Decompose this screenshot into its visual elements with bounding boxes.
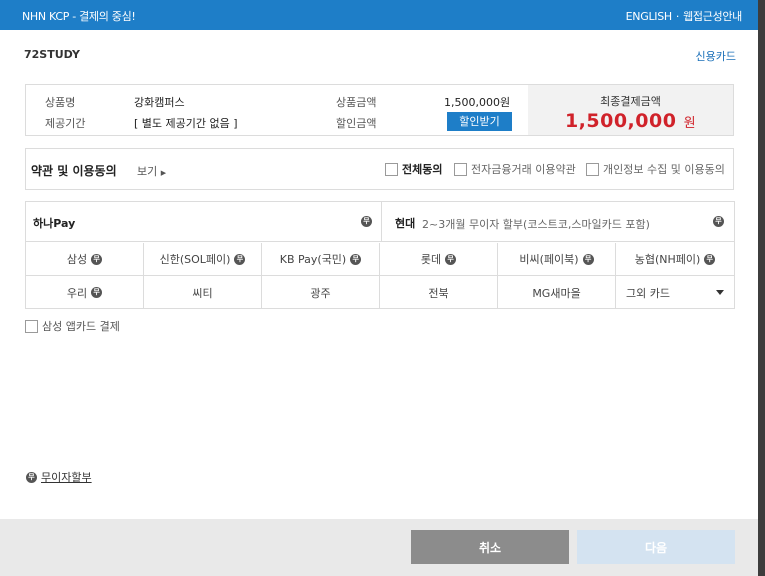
- terms-view-link[interactable]: 보기 ▶: [137, 163, 166, 179]
- agree-all-checkbox[interactable]: 전체동의: [385, 161, 442, 177]
- checkbox-box[interactable]: [385, 162, 398, 176]
- other-cards-dropdown[interactable]: 그외 카드: [616, 276, 734, 309]
- agree-all-label: 전체동의: [402, 163, 443, 176]
- agree-ecommerce-checkbox[interactable]: 전자금융거래 이용약관: [454, 161, 576, 177]
- product-label: 상품명: [45, 96, 76, 109]
- card-lotte[interactable]: 롯데 무: [380, 243, 498, 275]
- card-hyundai-label: 현대: [395, 217, 416, 230]
- footer-bar: 취소 다음: [0, 519, 758, 576]
- interest-free-icon: 무: [234, 253, 246, 265]
- checkbox-box[interactable]: [25, 319, 38, 333]
- payment-window: NHN KCP - 결제의 중심! ENGLISH · 웹접근성안내 72STUDY…: [0, 0, 758, 576]
- window-edge: [758, 0, 765, 576]
- checkbox-box[interactable]: [586, 162, 599, 176]
- brand-title: NHN KCP - 결제의 중심!: [22, 10, 136, 23]
- card-jeonbuk[interactable]: 전북: [380, 276, 498, 309]
- card-bc[interactable]: 비씨(페이북) 무: [498, 243, 616, 275]
- card-hana-pay[interactable]: 하나Pay: [33, 215, 75, 231]
- triangle-right-icon: ▶: [160, 169, 167, 177]
- card-mg[interactable]: MG새마을: [498, 276, 616, 309]
- header-links: ENGLISH · 웹접근성안내: [626, 8, 743, 24]
- card-label: 광주: [310, 286, 331, 300]
- card-label: MG새마을: [532, 286, 581, 300]
- card-samsung[interactable]: 삼성 무: [26, 243, 144, 275]
- card-hyundai-desc: 2~3개월 무이자 할부(코스트코,스마일카드 포함): [422, 218, 650, 231]
- cancel-button[interactable]: 취소: [411, 530, 569, 564]
- card-shinhan[interactable]: 신한(SOL페이) 무: [144, 243, 262, 275]
- interest-free-icon: 무: [582, 253, 594, 265]
- interest-free-icon: 무: [704, 253, 716, 265]
- order-summary: 상품명 강화캠퍼스 제공기간 [ 별도 제공기간 없음 ] 상품금액 1,500…: [25, 84, 734, 136]
- other-cards-label: 그외 카드: [626, 286, 670, 300]
- card-label: 우리: [66, 286, 88, 300]
- interest-free-icon: 무: [445, 253, 457, 265]
- card-woori[interactable]: 우리 무: [26, 276, 144, 309]
- card-label: 비씨(페이북): [519, 253, 579, 266]
- card-gwangju[interactable]: 광주: [262, 276, 380, 309]
- card-selection: 하나Pay 무 현대 2~3개월 무이자 할부(코스트코,스마일카드 포함) 무…: [25, 201, 735, 309]
- final-amount: 1,500,000 원: [528, 110, 733, 132]
- english-link[interactable]: ENGLISH: [626, 10, 673, 23]
- chevron-down-icon: [716, 290, 724, 295]
- merchant-name: 72STUDY: [24, 48, 80, 61]
- card-label: KB Pay(국민): [279, 253, 347, 266]
- agree-privacy-label: 개인정보 수집 및 이용동의: [603, 163, 725, 176]
- terms-title: 약관 및 이용동의: [31, 164, 117, 178]
- next-button[interactable]: 다음: [577, 530, 735, 564]
- app-card-label: 삼성 앱카드 결제: [42, 320, 120, 333]
- interest-free-icon: 무: [361, 216, 372, 227]
- installment-info: 무 무이자할부: [26, 469, 92, 485]
- terms-view-label: 보기: [137, 165, 158, 178]
- samsung-app-card-checkbox[interactable]: 삼성 앱카드 결제: [25, 318, 120, 334]
- card-label: 롯데: [420, 253, 442, 266]
- top-bar: NHN KCP - 결제의 중심! ENGLISH · 웹접근성안내: [0, 0, 758, 30]
- terms-section: 약관 및 이용동의 보기 ▶ 전체동의 전자금융거래 이용약관 개인정보 수집 …: [25, 148, 734, 190]
- card-nh[interactable]: 농협(NH페이) 무: [616, 243, 734, 275]
- card-label: 전북: [428, 286, 449, 300]
- card-label: 농협(NH페이): [634, 253, 701, 266]
- final-amount-box: 최종결제금액 1,500,000 원: [528, 85, 733, 135]
- card-label: 삼성: [66, 253, 88, 266]
- period-label: 제공기간: [45, 117, 86, 130]
- product-value: 강화캠퍼스: [134, 96, 185, 109]
- card-grid-row: 삼성 무 신한(SOL페이) 무 KB Pay(국민) 무 롯데 무 비씨(페이북) 무 …: [26, 243, 734, 276]
- interest-free-icon: 무: [26, 471, 37, 483]
- price-label: 상품금액: [336, 96, 377, 109]
- card-kb[interactable]: KB Pay(국민) 무: [262, 243, 380, 275]
- accessibility-link[interactable]: 웹접근성안내: [683, 10, 742, 23]
- discount-label: 할인금액: [336, 117, 377, 130]
- interest-free-icon: 무: [350, 253, 362, 265]
- card-label: 씨티: [192, 286, 213, 300]
- card-grid-row: 우리 무 씨티 광주 전북 MG새마을 그외 카드: [26, 276, 734, 309]
- card-label: 신한(SOL페이): [159, 253, 231, 266]
- final-amount-title: 최종결제금액: [600, 95, 661, 108]
- featured-cards-row: 하나Pay 무 현대 2~3개월 무이자 할부(코스트코,스마일카드 포함) 무: [26, 202, 734, 242]
- card-grid: 삼성 무 신한(SOL페이) 무 KB Pay(국민) 무 롯데 무 비씨(페이북) 무 …: [26, 243, 734, 309]
- card-hyundai[interactable]: 현대 2~3개월 무이자 할부(코스트코,스마일카드 포함) 무: [381, 202, 734, 242]
- installment-link[interactable]: 무이자할부: [41, 469, 92, 485]
- period-value: [ 별도 제공기간 없음 ]: [134, 117, 238, 130]
- final-amount-unit: 원: [683, 116, 697, 131]
- final-amount-value: 1,500,000: [564, 110, 677, 132]
- discount-button[interactable]: 할인받기: [447, 112, 512, 131]
- header-separator: ·: [675, 10, 680, 23]
- agree-ecommerce-label: 전자금융거래 이용약관: [471, 163, 576, 176]
- interest-free-icon: 무: [91, 253, 103, 265]
- pay-type: 신용카드: [695, 50, 736, 63]
- interest-free-icon: 무: [91, 287, 103, 298]
- checkbox-box[interactable]: [454, 162, 467, 176]
- interest-free-icon: 무: [713, 216, 724, 227]
- card-citi[interactable]: 씨티: [144, 276, 262, 309]
- agree-privacy-checkbox[interactable]: 개인정보 수집 및 이용동의: [586, 161, 725, 177]
- price-value: 1,500,000원: [444, 96, 511, 109]
